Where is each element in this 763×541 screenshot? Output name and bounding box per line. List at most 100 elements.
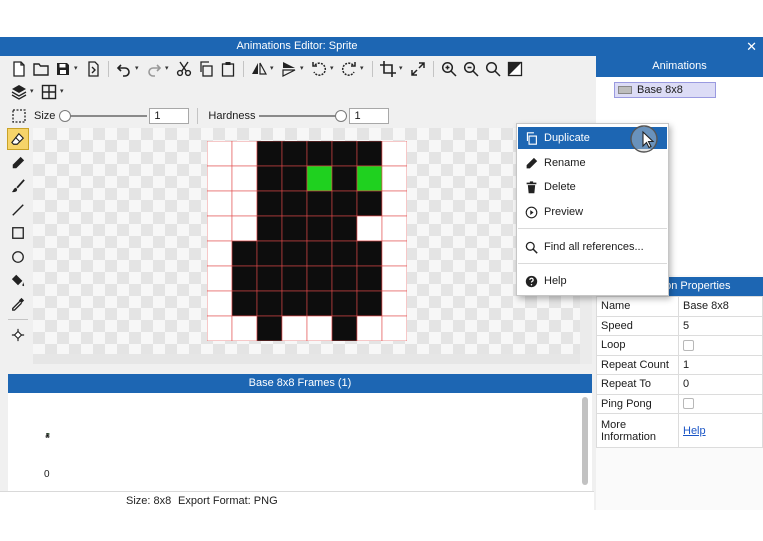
- sprite-pixel[interactable]: [356, 315, 383, 341]
- sprite-pixel[interactable]: [231, 190, 258, 217]
- cut-icon[interactable]: [173, 59, 195, 79]
- sprite-pixel[interactable]: [381, 290, 407, 317]
- sprite-pixel[interactable]: [281, 165, 308, 192]
- animation-list-item[interactable]: Base 8x8: [614, 82, 716, 98]
- sprite-pixel[interactable]: [381, 240, 407, 267]
- sprite-pixel[interactable]: [381, 141, 407, 167]
- undo-icon[interactable]: [113, 59, 135, 79]
- sprite-pixel[interactable]: [281, 265, 308, 292]
- rotate-right-dropdown-icon[interactable]: ▾: [360, 59, 368, 79]
- zoom-in-icon[interactable]: [438, 59, 460, 79]
- sprite-pixel[interactable]: [231, 215, 258, 242]
- sprite-pixel[interactable]: [231, 315, 258, 341]
- rotate-left-icon[interactable]: [308, 59, 330, 79]
- flip-horizontal-dropdown-icon[interactable]: ▾: [270, 59, 278, 79]
- sprite-pixel[interactable]: [231, 141, 258, 167]
- sprite-pixel[interactable]: [331, 141, 358, 167]
- sprite-pixel[interactable]: [306, 190, 333, 217]
- sprite-pixel[interactable]: [207, 290, 233, 317]
- sprite-pixel[interactable]: [356, 215, 383, 242]
- frames-scrollbar[interactable]: [582, 397, 588, 485]
- size-input[interactable]: 1: [149, 108, 190, 124]
- selection-icon[interactable]: [8, 106, 30, 126]
- sprite-pixel[interactable]: [256, 240, 283, 267]
- sprite-pixel[interactable]: [207, 240, 233, 267]
- sprite-pixel[interactable]: [356, 141, 383, 167]
- close-icon[interactable]: ✕: [746, 37, 757, 56]
- sprite-pixel[interactable]: [306, 240, 333, 267]
- menu-item-find-all-references[interactable]: Find all references...: [518, 236, 667, 258]
- redo-dropdown-icon[interactable]: ▾: [165, 59, 173, 79]
- sprite-pixel[interactable]: [256, 141, 283, 167]
- sprite-pixel[interactable]: [207, 165, 233, 192]
- help-link[interactable]: Help: [683, 425, 706, 437]
- ellipse-icon[interactable]: [7, 246, 29, 268]
- sprite-pixel[interactable]: [281, 240, 308, 267]
- sprite-pixel[interactable]: [281, 141, 308, 167]
- sprite-pixel[interactable]: [306, 165, 333, 192]
- eyedropper-icon[interactable]: [7, 293, 29, 315]
- sprite-pixel[interactable]: [231, 265, 258, 292]
- hardness-slider-thumb[interactable]: [335, 110, 348, 122]
- sprite-pixel[interactable]: [381, 315, 407, 341]
- sprite-pixel[interactable]: [381, 215, 407, 242]
- new-file-icon[interactable]: [8, 59, 30, 79]
- sprite-pixel[interactable]: [306, 265, 333, 292]
- sprite-pixel[interactable]: [256, 315, 283, 341]
- sprite-pixel[interactable]: [256, 165, 283, 192]
- sprite-pixel[interactable]: [207, 190, 233, 217]
- rotate-left-dropdown-icon[interactable]: ▾: [330, 59, 338, 79]
- sprite-pixel[interactable]: [356, 265, 383, 292]
- sprite-pixel[interactable]: [306, 141, 333, 167]
- zoom-fit-icon[interactable]: [482, 59, 504, 79]
- sprite-pixel[interactable]: [331, 165, 358, 192]
- sprite-pixel[interactable]: [281, 315, 308, 341]
- pencil-icon[interactable]: [7, 152, 29, 174]
- sprite-pixel[interactable]: [381, 190, 407, 217]
- crop-dropdown-icon[interactable]: ▾: [399, 59, 407, 79]
- sprite-pixel[interactable]: [306, 215, 333, 242]
- zoom-out-icon[interactable]: [460, 59, 482, 79]
- canvas-horizontal-scrollbar[interactable]: [33, 354, 580, 364]
- sprite-pixel[interactable]: [306, 315, 333, 341]
- menu-item-help[interactable]: Help: [518, 270, 667, 292]
- open-folder-icon[interactable]: [30, 59, 52, 79]
- sprite-pixel[interactable]: [256, 290, 283, 317]
- menu-item-preview[interactable]: Preview: [518, 201, 667, 223]
- export-icon[interactable]: [82, 59, 104, 79]
- size-slider-thumb[interactable]: [59, 110, 72, 122]
- sprite-pixel[interactable]: [356, 240, 383, 267]
- flip-vertical-icon[interactable]: [278, 59, 300, 79]
- sprite-pixel[interactable]: [331, 240, 358, 267]
- loop-checkbox[interactable]: [683, 339, 694, 351]
- paste-icon[interactable]: [217, 59, 239, 79]
- size-slider[interactable]: [59, 109, 148, 123]
- brush-icon[interactable]: [7, 175, 29, 197]
- property-value-name[interactable]: Base 8x8: [678, 296, 763, 317]
- redo-icon[interactable]: [143, 59, 165, 79]
- hardness-input[interactable]: 1: [349, 108, 390, 124]
- origin-icon[interactable]: [7, 324, 29, 346]
- sprite-pixel[interactable]: [256, 265, 283, 292]
- drawing-canvas[interactable]: [33, 128, 580, 354]
- copy-icon[interactable]: [195, 59, 217, 79]
- save-icon[interactable]: [52, 59, 74, 79]
- sprite-pixel[interactable]: [381, 165, 407, 192]
- property-value-repeat-to[interactable]: 0: [678, 374, 763, 395]
- sprite-pixel-grid[interactable]: [207, 141, 407, 341]
- invert-icon[interactable]: [504, 59, 526, 79]
- sprite-pixel[interactable]: [356, 290, 383, 317]
- hardness-slider[interactable]: [259, 109, 348, 123]
- crop-icon[interactable]: [377, 59, 399, 79]
- line-icon[interactable]: [7, 199, 29, 221]
- sprite-pixel[interactable]: [256, 190, 283, 217]
- eraser-icon[interactable]: [7, 128, 29, 150]
- sprite-pixel[interactable]: [231, 290, 258, 317]
- grid-dropdown-icon[interactable]: ▾: [60, 82, 68, 102]
- property-value-speed[interactable]: 5: [678, 315, 763, 336]
- sprite-pixel[interactable]: [281, 190, 308, 217]
- menu-item-delete[interactable]: Delete: [518, 176, 667, 198]
- sprite-pixel[interactable]: [231, 165, 258, 192]
- sprite-pixel[interactable]: [356, 190, 383, 217]
- resize-icon[interactable]: [407, 59, 429, 79]
